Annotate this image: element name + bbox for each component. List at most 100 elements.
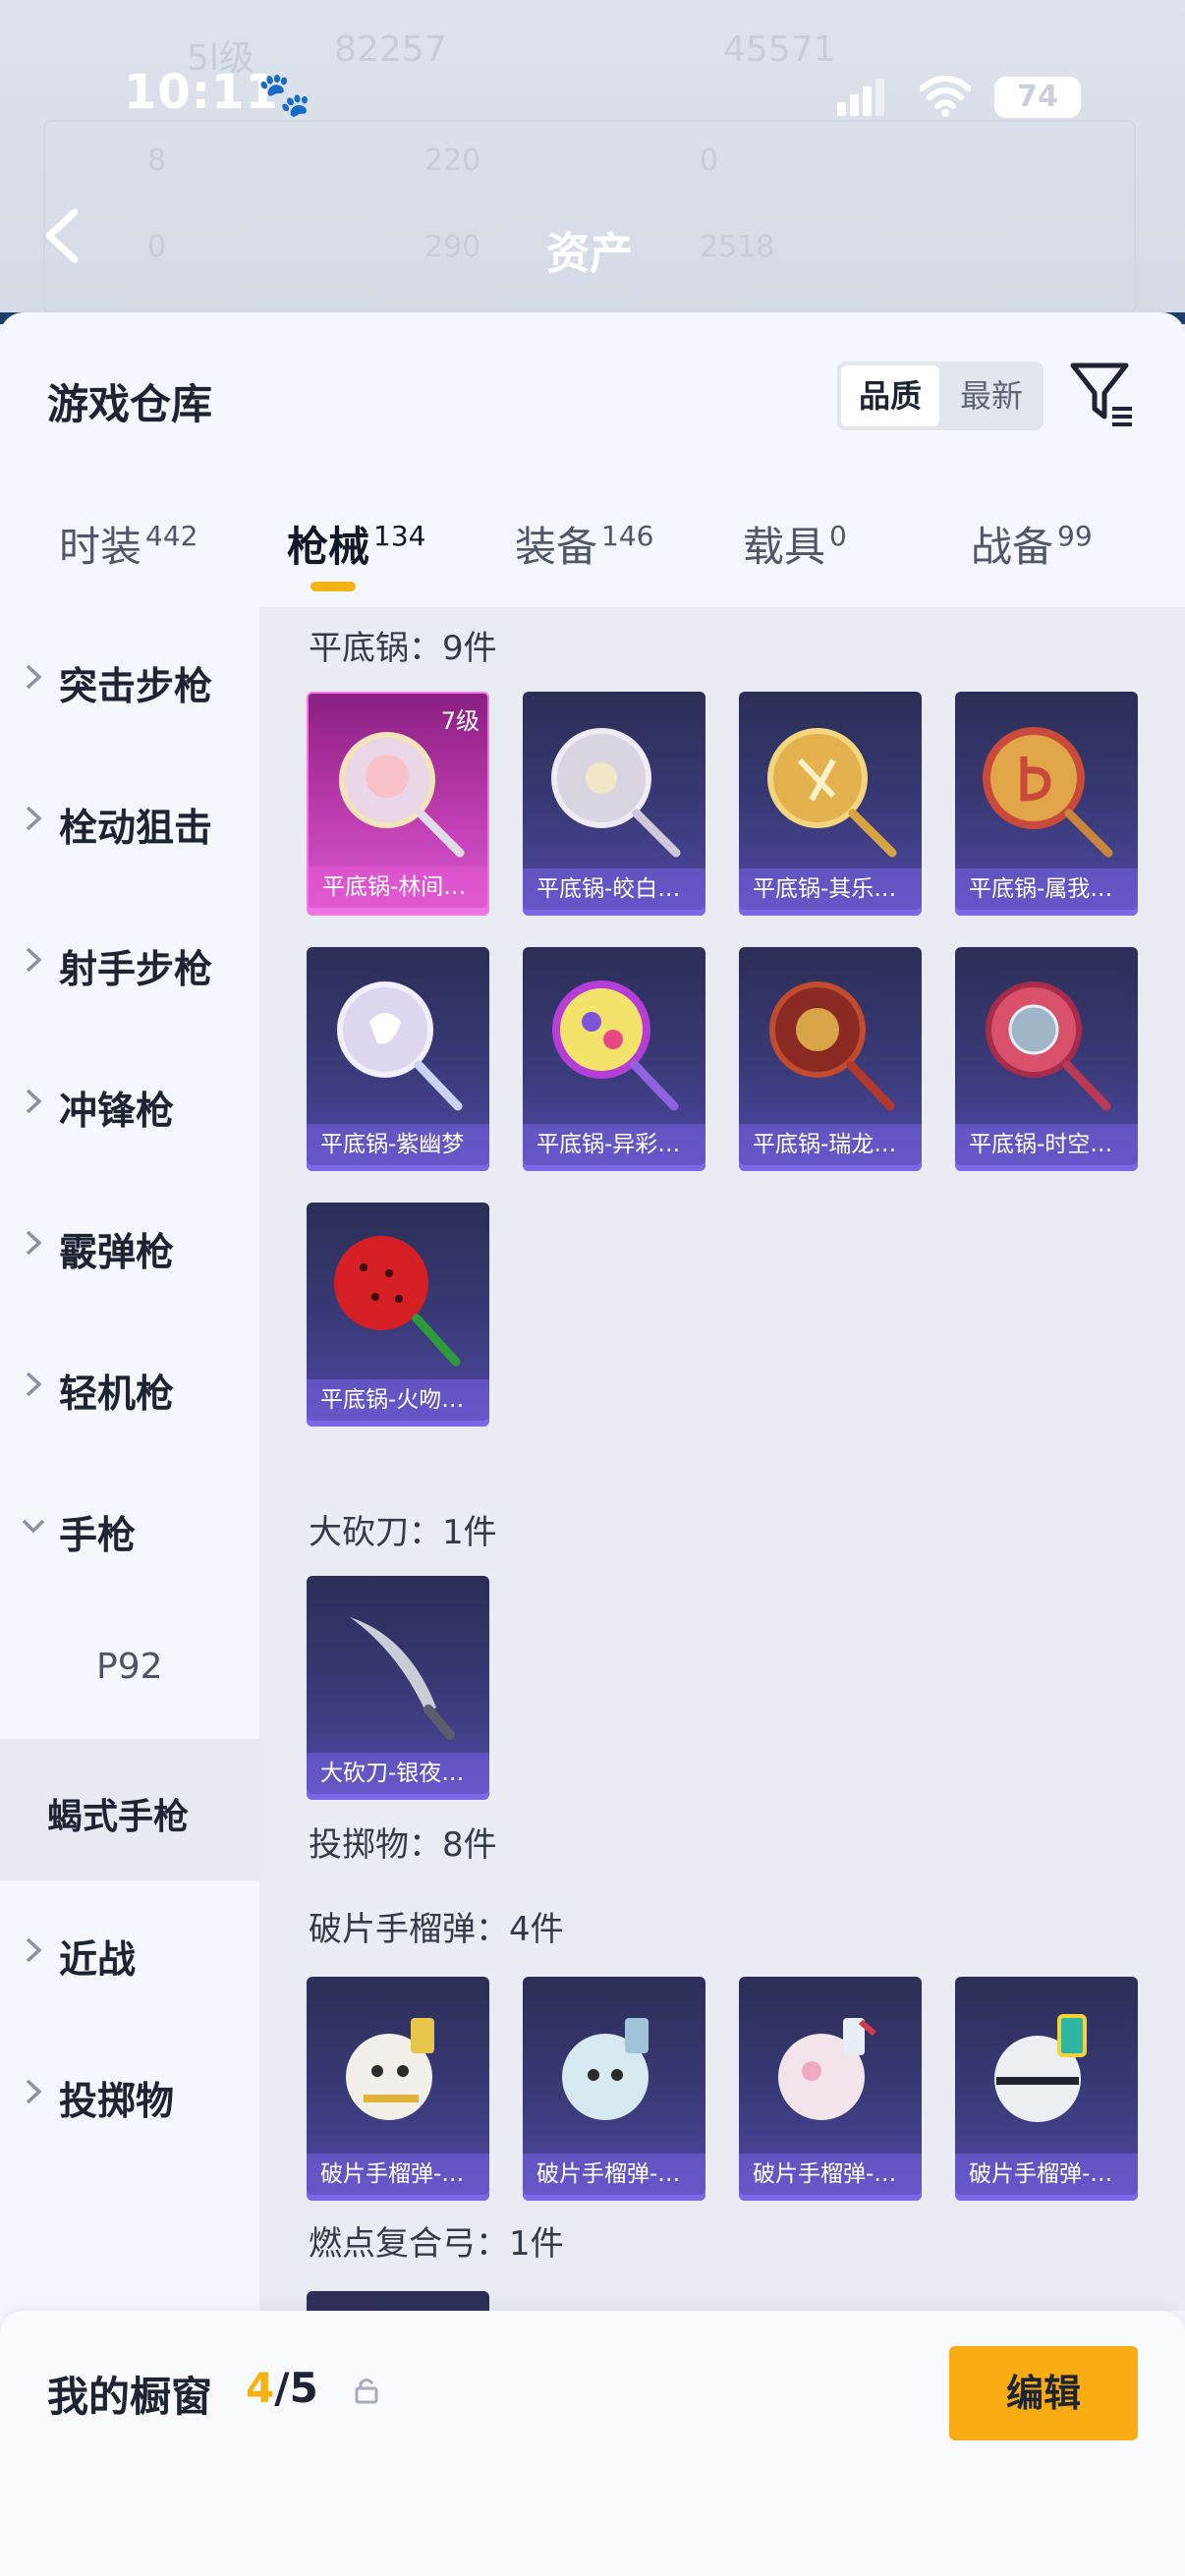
sidebar-item-label: 冲锋枪 [59, 1090, 175, 1134]
item-card[interactable]: 平底锅-皎白… [523, 692, 705, 916]
frying-pan-icon [339, 732, 465, 858]
sidebar-subitem-scorpion[interactable]: 蝎式手枪 [0, 1739, 259, 1880]
sidebar-item-smg[interactable]: 冲锋枪 [0, 1032, 259, 1173]
item-card[interactable]: 平底锅-火吻… [307, 1203, 489, 1427]
item-name: 平底锅-皎白… [523, 868, 705, 910]
sidebar-item-lmg[interactable]: 轻机枪 [0, 1315, 259, 1456]
section-title: 燃点复合弓：1件 [309, 2224, 564, 2264]
section-title: 大砍刀：1件 [309, 1513, 497, 1552]
frying-pan-icon [334, 1236, 461, 1367]
grenade-icon [778, 2018, 876, 2120]
chevron-right-icon [26, 1089, 42, 1114]
background-page-title: 资产 [546, 229, 633, 279]
chevron-right-icon [26, 664, 42, 690]
background-ghost-text: 2518 [700, 230, 775, 264]
item-name: 平底锅-紫幽梦 [307, 1124, 489, 1165]
item-name: 破片手榴弹-… [523, 2154, 705, 2195]
sidebar-item-melee[interactable]: 近战 [0, 1880, 259, 2022]
item-card[interactable]: 平底锅-紫幽梦 [307, 947, 489, 1171]
section-title: 平底锅：9件 [309, 629, 497, 668]
item-name: 大砍刀-银夜… [307, 1753, 489, 1794]
sidebar-item-marksman-rifle[interactable]: 射手步枪 [0, 890, 259, 1032]
signal-icon [837, 77, 884, 116]
chevron-right-icon [26, 1372, 42, 1397]
item-card[interactable]: 破片手榴弹-… [307, 1977, 489, 2201]
chevron-right-icon [26, 1230, 42, 1256]
chevron-right-icon [26, 806, 42, 831]
item-card[interactable]: 平底锅-异彩… [523, 947, 705, 1171]
sidebar-item-label: 轻机枪 [59, 1372, 175, 1417]
item-name: 破片手榴弹-… [955, 2154, 1138, 2195]
item-card[interactable]: 平底锅-时空… [955, 947, 1138, 1171]
frying-pan-icon [986, 981, 1111, 1111]
warehouse-sheet: 游戏仓库 品质 最新 时装 442 枪械 134 装备 146 载具 0 战备 99 突击… [0, 312, 1185, 2576]
sidebar-item-throwables[interactable]: 投掷物 [0, 2022, 259, 2163]
frying-pan-icon [767, 728, 897, 858]
background-ghost-text: 290 [424, 230, 481, 264]
background-ghost-text: 0 [700, 143, 719, 178]
tab-label: 战备 [971, 523, 1054, 571]
tab-vehicles[interactable]: 载具 0 [743, 514, 847, 574]
section-title: 投掷物：8件 [309, 1825, 497, 1865]
grenade-icon [346, 2018, 434, 2120]
battery-indicator: 74 [994, 77, 1081, 118]
sidebar-subitem-p92[interactable]: P92 [0, 1597, 259, 1739]
grenade-icon [562, 2018, 649, 2120]
lock-icon [355, 2379, 378, 2404]
item-card[interactable] [307, 2291, 489, 2311]
tab-firearms[interactable]: 枪械 134 [287, 514, 425, 574]
item-name: 破片手榴弹-… [739, 2154, 922, 2195]
paw-icon: 🐾 [257, 70, 311, 120]
item-name: 平底锅-属我… [955, 868, 1138, 910]
chevron-right-icon [26, 1937, 42, 1963]
sidebar-item-label: 栓动狙击 [59, 807, 213, 851]
background-ghost-text: 82257 [334, 29, 447, 70]
showcase-count: 4/5 [246, 2364, 318, 2412]
tab-fashion[interactable]: 时装 442 [59, 514, 198, 574]
item-card[interactable]: 7级 平底锅-林间… [307, 692, 489, 916]
background-ghost-text: 45571 [723, 29, 836, 70]
sidebar-item-label: 霰弹枪 [59, 1231, 175, 1275]
sidebar-item-assault-rifle[interactable]: 突击步枪 [0, 607, 259, 749]
sheet-title: 游戏仓库 [47, 380, 213, 428]
tab-combat-supplies[interactable]: 战备 99 [971, 514, 1093, 574]
edit-button[interactable]: 编辑 [949, 2346, 1138, 2440]
chevron-right-icon [26, 2079, 42, 2104]
sidebar-item-bolt-sniper[interactable]: 栓动狙击 [0, 749, 259, 890]
filter-icon[interactable] [1069, 360, 1136, 430]
sidebar-item-pistol[interactable]: 手枪 [0, 1456, 259, 1597]
background-ghost-text: 8 [147, 143, 167, 178]
item-card[interactable]: 平底锅-瑞龙… [739, 947, 922, 1171]
chevron-right-icon [26, 947, 42, 973]
item-name: 平底锅-其乐… [739, 868, 922, 910]
tab-count: 134 [373, 520, 426, 552]
showcase-current: 4 [246, 2364, 275, 2412]
item-card[interactable]: 平底锅-其乐… [739, 692, 922, 916]
background-ghost-text: 220 [424, 143, 481, 178]
item-card[interactable]: 大砍刀-银夜… [307, 1576, 489, 1800]
sidebar-item-shotgun[interactable]: 霰弹枪 [0, 1173, 259, 1315]
showcase-total: /5 [274, 2364, 318, 2412]
section-title: 破片手榴弹：4件 [309, 1910, 564, 1949]
item-card[interactable]: 破片手榴弹-… [739, 1977, 922, 2201]
wifi-icon [920, 76, 971, 117]
tab-count: 0 [829, 520, 847, 552]
tab-label: 装备 [515, 523, 598, 571]
tab-count: 146 [601, 520, 654, 552]
tab-label: 时装 [59, 523, 142, 571]
sort-newest-button[interactable]: 最新 [943, 365, 1040, 426]
category-sidebar: 突击步枪 栓动狙击 射手步枪 冲锋枪 霰弹枪 轻机枪 手枪 P92 蝎式手枪 近… [0, 607, 259, 2576]
item-card[interactable]: 破片手榴弹-… [523, 1977, 705, 2201]
background-card [43, 120, 1136, 314]
sort-toggle: 品质 最新 [837, 362, 1044, 430]
background-page: 5l级 82257 45571 8 220 0 0 290 2518 10:11… [0, 0, 1185, 324]
showcase-label: 我的橱窗 [47, 2373, 213, 2421]
tab-label: 载具 [743, 523, 826, 571]
back-icon[interactable] [39, 206, 86, 265]
sort-quality-button[interactable]: 品质 [841, 365, 939, 426]
item-name: 平底锅-时空… [955, 1124, 1138, 1165]
item-card[interactable]: 破片手榴弹-… [955, 1977, 1138, 2201]
sidebar-item-label: P92 [96, 1647, 163, 1687]
item-card[interactable]: 平底锅-属我… [955, 692, 1138, 916]
tab-equipment[interactable]: 装备 146 [515, 514, 653, 574]
